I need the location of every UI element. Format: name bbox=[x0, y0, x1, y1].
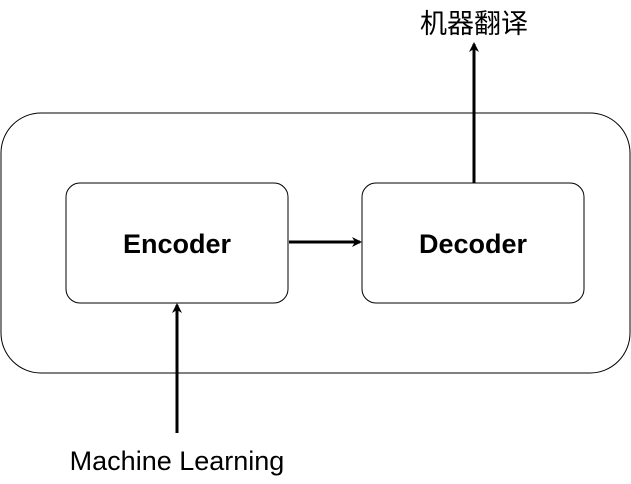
output-label: 机器翻译 bbox=[420, 9, 528, 39]
input-label: Machine Learning bbox=[70, 446, 285, 476]
decoder-box: Decoder bbox=[361, 182, 585, 304]
encoder-box: Encoder bbox=[65, 182, 289, 304]
encoder-decoder-diagram: Encoder Decoder Machine Learning 机器翻译 bbox=[0, 9, 631, 476]
encoder-label: Encoder bbox=[123, 229, 232, 259]
decoder-label: Decoder bbox=[419, 229, 528, 259]
